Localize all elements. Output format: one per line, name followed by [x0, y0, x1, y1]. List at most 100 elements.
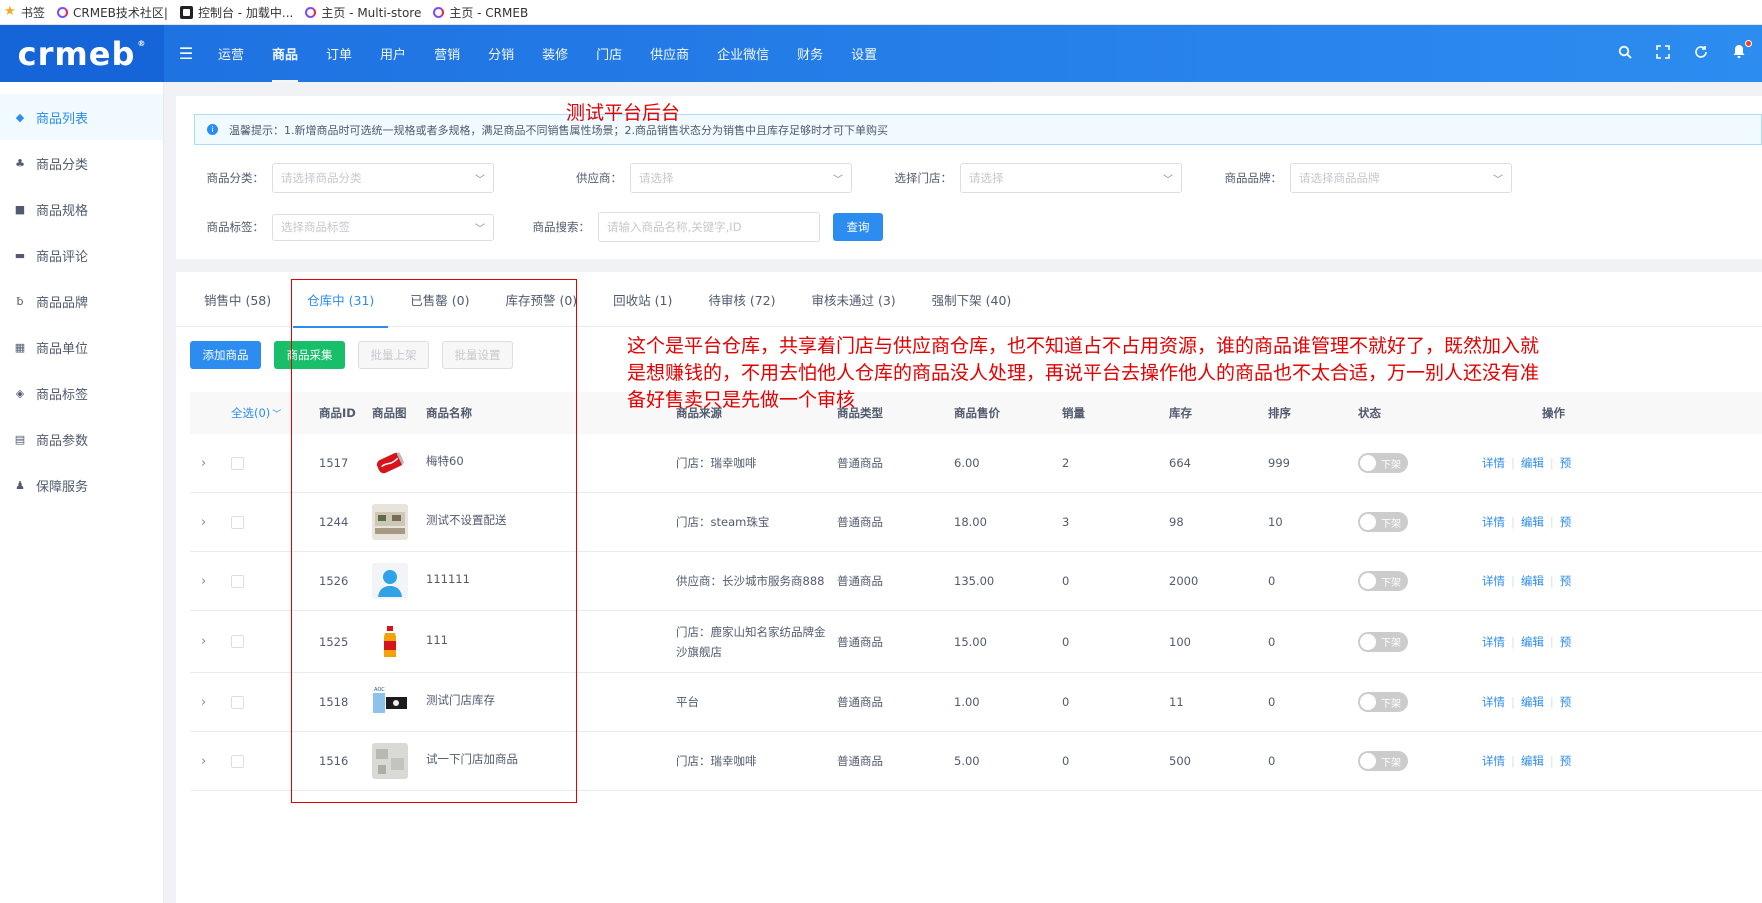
preview-link[interactable]: 预 — [1560, 573, 1572, 589]
sidebar-item-unit[interactable]: ▦ 商品单位 — [0, 324, 163, 370]
preview-link[interactable]: 预 — [1560, 455, 1572, 471]
product-stock: 664 — [1169, 456, 1191, 470]
row-checkbox[interactable] — [231, 456, 244, 470]
category-select[interactable]: 请选择商品分类 ﹀ — [272, 163, 494, 193]
bookmark-item[interactable]: ★ 书签 — [0, 4, 53, 21]
status-toggle[interactable]: 下架 — [1358, 751, 1408, 771]
nav-item-suppliers[interactable]: 供应商 — [636, 25, 703, 82]
nav-item-settings[interactable]: 设置 — [837, 25, 891, 82]
expand-row-icon[interactable]: › — [201, 732, 206, 790]
bookmark-item[interactable]: CRMEB技术社区| — [53, 4, 176, 21]
row-checkbox[interactable] — [231, 574, 244, 588]
detail-link[interactable]: 详情 — [1482, 455, 1505, 471]
sidebar-item-params[interactable]: ▤ 商品参数 — [0, 416, 163, 462]
edit-link[interactable]: 编辑 — [1521, 514, 1544, 530]
nav-item-marketing[interactable]: 营销 — [420, 25, 474, 82]
product-price: 15.00 — [954, 634, 987, 649]
status-toggle[interactable]: 下架 — [1358, 692, 1408, 712]
add-product-button[interactable]: 添加商品 — [190, 341, 261, 369]
expand-row-icon[interactable]: › — [201, 673, 206, 731]
sidebar-item-tags[interactable]: ◈ 商品标签 — [0, 370, 163, 416]
edit-link[interactable]: 编辑 — [1521, 573, 1544, 589]
sidebar-item-spec[interactable]: ■ 商品规格 — [0, 186, 163, 232]
action-bar: 添加商品 商品采集 批量上架 批量设置 — [190, 341, 513, 369]
sidebar-item-guarantee[interactable]: ♟ 保障服务 — [0, 462, 163, 508]
select-all-toggle[interactable]: 全选(0) ﹀ — [231, 392, 281, 434]
status-toggle-cell: 下架 — [1358, 611, 1408, 672]
gray-photo-icon[interactable] — [372, 743, 408, 779]
tab-pending-review[interactable]: 待审核 (72) — [694, 272, 789, 327]
expand-row-icon[interactable]: › — [201, 493, 206, 551]
sidebar-item-comments[interactable]: ▬ 商品评论 — [0, 232, 163, 278]
preview-link[interactable]: 预 — [1560, 634, 1572, 650]
expand-row-icon[interactable]: › — [201, 434, 206, 492]
batch-online-button[interactable]: 批量上架 — [358, 341, 429, 369]
expand-row-icon[interactable]: › — [201, 552, 206, 610]
tab-on-sale[interactable]: 销售中 (58) — [190, 272, 285, 327]
menu-toggle-icon[interactable]: ☰ — [168, 44, 204, 63]
sidebar-item-category[interactable]: ♣ 商品分类 — [0, 140, 163, 186]
user-avatar-icon[interactable] — [372, 563, 408, 599]
search-input[interactable]: 请输入商品名称,关键字,ID — [598, 212, 820, 242]
fullscreen-icon[interactable] — [1654, 44, 1672, 63]
edit-link[interactable]: 编辑 — [1521, 694, 1544, 710]
tab-forced-offline[interactable]: 强制下架 (40) — [918, 272, 1026, 327]
detail-link[interactable]: 详情 — [1482, 514, 1505, 530]
nav-item-wecom[interactable]: 企业微信 — [703, 25, 783, 82]
edit-link[interactable]: 编辑 — [1521, 753, 1544, 769]
search-icon[interactable] — [1616, 45, 1634, 63]
detail-link[interactable]: 详情 — [1482, 634, 1505, 650]
collect-product-button[interactable]: 商品采集 — [274, 341, 345, 369]
supplier-select[interactable]: 请选择 ﹀ — [630, 163, 852, 193]
tag-select[interactable]: 选择商品标签 ﹀ — [272, 213, 494, 241]
product-banner-icon[interactable]: AOC — [372, 684, 408, 720]
nav-item-stores[interactable]: 门店 — [582, 25, 636, 82]
nav-item-operations[interactable]: 运营 — [204, 25, 258, 82]
nav-item-orders[interactable]: 订单 — [312, 25, 366, 82]
edit-link[interactable]: 编辑 — [1521, 455, 1544, 471]
nav-item-finance[interactable]: 财务 — [783, 25, 837, 82]
row-checkbox[interactable] — [231, 515, 244, 529]
edit-link[interactable]: 编辑 — [1521, 634, 1544, 650]
row-checkbox[interactable] — [231, 635, 244, 648]
tab-review-rejected[interactable]: 审核未通过 (3) — [797, 272, 909, 327]
product-stock: 98 — [1169, 515, 1184, 529]
preview-link[interactable]: 预 — [1560, 753, 1572, 769]
status-toggle[interactable]: 下架 — [1358, 512, 1408, 532]
detail-link[interactable]: 详情 — [1482, 694, 1505, 710]
nav-item-decoration[interactable]: 装修 — [528, 25, 582, 82]
row-checkbox-cell — [231, 732, 244, 790]
preview-link[interactable]: 预 — [1560, 694, 1572, 710]
query-button[interactable]: 查询 — [833, 213, 883, 241]
detail-link[interactable]: 详情 — [1482, 573, 1505, 589]
bottle-icon[interactable] — [372, 623, 408, 660]
refresh-icon[interactable] — [1692, 45, 1710, 63]
row-checkbox[interactable] — [231, 695, 244, 709]
coke-can-icon[interactable] — [372, 445, 408, 481]
logo[interactable]: crmeb ® — [0, 25, 164, 82]
bookmark-item[interactable]: 主页 - CRMEB — [429, 4, 536, 21]
tab-sold-out[interactable]: 已售罄 (0) — [396, 272, 483, 327]
nav-item-distribution[interactable]: 分销 — [474, 25, 528, 82]
bell-icon[interactable] — [1730, 40, 1752, 63]
preview-link[interactable]: 预 — [1560, 514, 1572, 530]
status-toggle[interactable]: 下架 — [1358, 631, 1408, 652]
expand-row-icon[interactable]: › — [201, 611, 206, 672]
row-checkbox[interactable] — [231, 754, 244, 768]
bookmark-item[interactable]: 控制台 - 加载中... — [176, 4, 301, 21]
nav-item-products[interactable]: 商品 — [258, 25, 312, 82]
nav-item-users[interactable]: 用户 — [366, 25, 420, 82]
sidebar-item-product-list[interactable]: ◆ 商品列表 — [0, 94, 163, 140]
room-photo-icon[interactable] — [372, 504, 408, 540]
batch-settings-button[interactable]: 批量设置 — [442, 341, 513, 369]
detail-link[interactable]: 详情 — [1482, 753, 1505, 769]
tab-stock-warning[interactable]: 库存预警 (0) — [491, 272, 591, 327]
brand-select[interactable]: 请选择商品品牌 ﹀ — [1290, 163, 1512, 193]
status-toggle[interactable]: 下架 — [1358, 571, 1408, 591]
bookmark-item[interactable]: 主页 - Multi-store — [301, 4, 429, 21]
sidebar-item-brand[interactable]: ƀ 商品品牌 — [0, 278, 163, 324]
tab-recycle[interactable]: 回收站 (1) — [599, 272, 686, 327]
store-select[interactable]: 请选择 ﹀ — [960, 163, 1182, 193]
status-toggle[interactable]: 下架 — [1358, 453, 1408, 473]
tab-warehouse[interactable]: 仓库中 (31) — [293, 272, 389, 328]
